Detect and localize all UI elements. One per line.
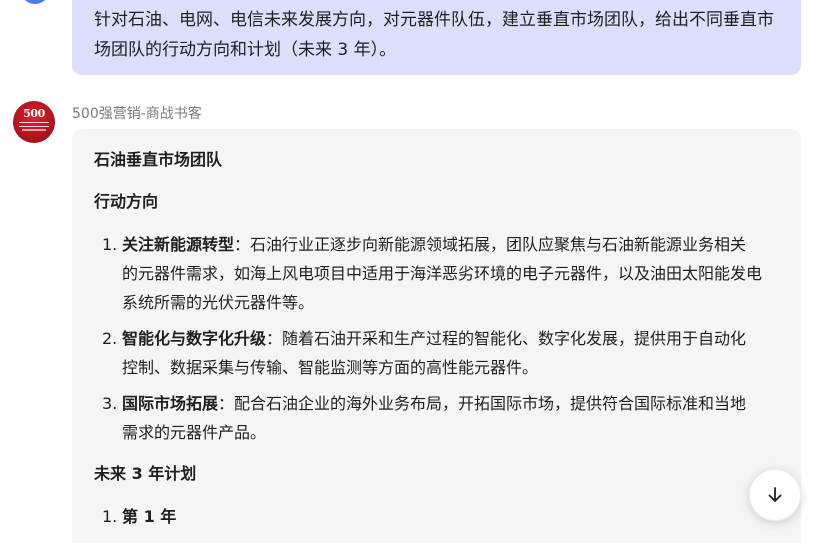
- heading-direction: 行动方向: [94, 192, 159, 211]
- list-item-title: 关注新能源转型: [122, 235, 235, 254]
- list-item-number: 1.: [102, 507, 118, 526]
- user-avatar: [20, 0, 50, 4]
- bot-avatar[interactable]: 500: [13, 101, 55, 143]
- list-item-title: 国际市场拓展: [122, 394, 219, 413]
- user-message-bubble: 针对石油、电网、电信未来发展方向，对元器件队伍，建立垂直市场团队，给出不同垂直市…: [72, 0, 801, 75]
- heading-team: 石油垂直市场团队: [94, 150, 223, 169]
- list-item-title: 智能化与数字化升级: [122, 329, 267, 348]
- list-item-number: 3.: [102, 394, 118, 413]
- list-item-number: 1.: [102, 235, 118, 254]
- list-item: 3. 国际市场拓展：配合石油企业的海外业务布局，开拓国际市场，提供符合国际标准和…: [102, 389, 762, 447]
- arrow-down-icon: [768, 487, 782, 502]
- list-item: 1. 关注新能源转型：石油行业正逐步向新能源领域拓展，团队应聚焦与石油新能源业务…: [102, 230, 762, 317]
- plan-list-item: 1. 第 1 年: [102, 502, 762, 531]
- heading-plan: 未来 3 年计划: [94, 464, 197, 483]
- list-item: 2. 智能化与数字化升级：随着石油开采和生产过程的智能化、数字化发展，提供用于自…: [102, 324, 762, 382]
- bot-avatar-text: 500: [23, 107, 45, 120]
- chat-page: 针对石油、电网、电信未来发展方向，对元器件队伍，建立垂直市场团队，给出不同垂直市…: [0, 0, 831, 543]
- bot-answer-card: 石油垂直市场团队 行动方向 1. 关注新能源转型：石油行业正逐步向新能源领域拓展…: [72, 129, 801, 543]
- scroll-to-bottom-button[interactable]: [749, 469, 801, 521]
- bot-name[interactable]: 500强营销-商战书客: [72, 104, 202, 124]
- list-item-title: 第 1 年: [122, 507, 177, 526]
- user-message-text: 针对石油、电网、电信未来发展方向，对元器件队伍，建立垂直市场团队，给出不同垂直市…: [94, 10, 774, 60]
- list-item-number: 2.: [102, 329, 118, 348]
